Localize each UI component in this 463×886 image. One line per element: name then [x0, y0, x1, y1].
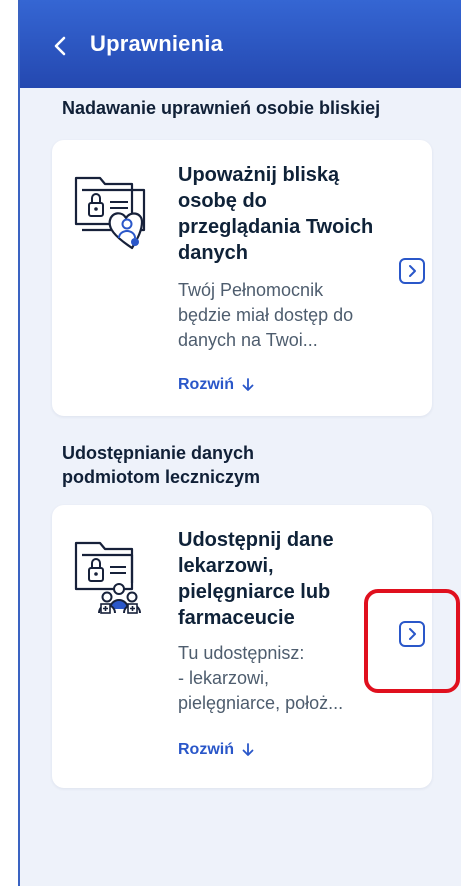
folder-lock-medical-staff-icon: [74, 541, 141, 614]
chevron-left-icon: [54, 36, 66, 56]
page-title: Uprawnienia: [90, 31, 224, 56]
card-description: Tu udostępnisz: - lekarzowi, pielęgniarc…: [178, 643, 344, 713]
section-title-proxy: Nadawanie uprawnień osobie bliskiej: [62, 98, 381, 118]
section-title-sharing: Udostępnianie danych podmiotom leczniczy…: [62, 443, 261, 487]
card-description: Twój Pełnomocnik będzie miał dostęp do d…: [178, 280, 354, 350]
expand-link[interactable]: Rozwiń: [178, 376, 254, 394]
app-screen: Uprawnienia Nadawanie uprawnień osobie b…: [18, 0, 461, 886]
chevron-right-icon: [409, 628, 416, 640]
expand-label: Rozwiń: [178, 376, 234, 393]
card-title: Upoważnij bliską osobę do przeglądania T…: [178, 164, 374, 264]
back-button[interactable]: [48, 32, 74, 60]
card-title: Udostępnij dane lekarzowi, pielęgniarce …: [178, 529, 334, 629]
expand-label: Rozwiń: [178, 741, 234, 758]
arrow-down-icon: [242, 743, 254, 756]
open-share-button[interactable]: [399, 621, 425, 647]
folder-lock-heart-person-icon: [74, 176, 146, 250]
chevron-right-icon: [409, 265, 416, 277]
arrow-down-icon: [242, 378, 254, 391]
expand-link[interactable]: Rozwiń: [178, 741, 254, 759]
card-authorize-proxy[interactable]: Upoważnij bliską osobę do przeglądania T…: [52, 140, 432, 416]
card-share-medical[interactable]: Udostępnij dane lekarzowi, pielęgniarce …: [52, 505, 432, 788]
top-app-bar: Uprawnienia: [20, 0, 461, 88]
open-proxy-button[interactable]: [399, 258, 425, 284]
